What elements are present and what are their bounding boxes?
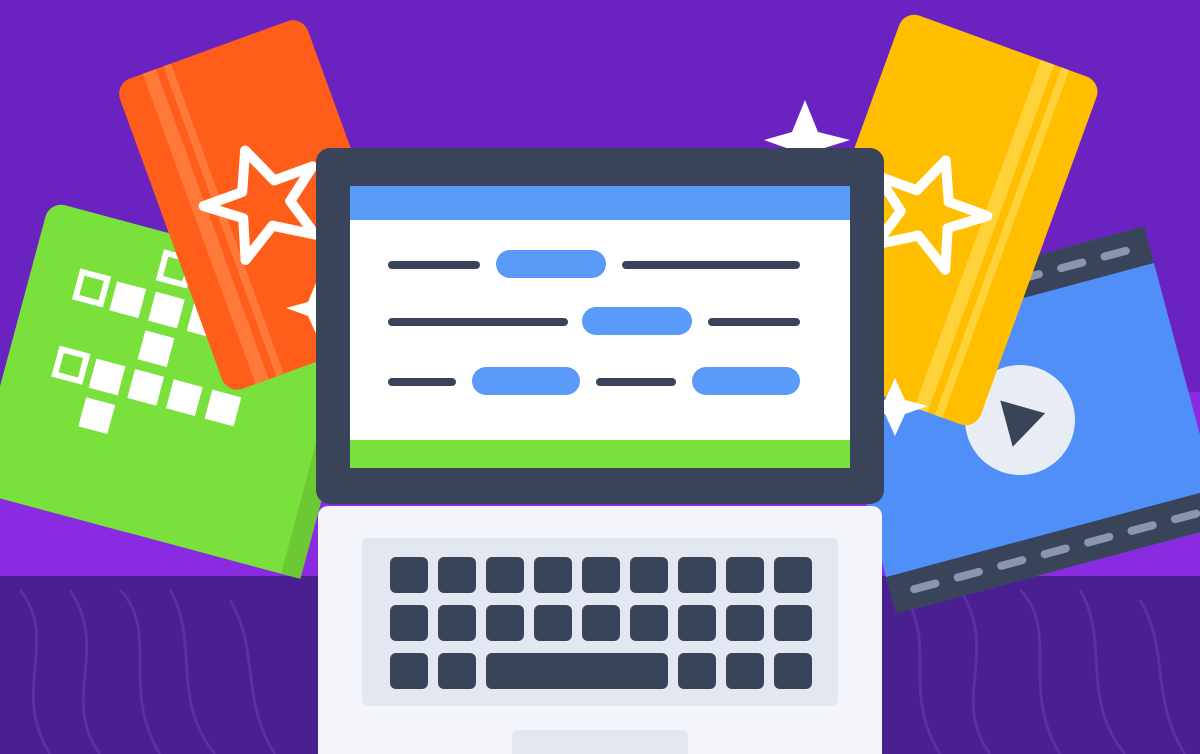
- keyboard-key: [678, 557, 716, 593]
- laptop-base: [318, 506, 882, 754]
- keyboard-key: [390, 653, 428, 689]
- keyboard-key: [630, 557, 668, 593]
- keyboard-key: [486, 605, 524, 641]
- keyboard-key: [438, 653, 476, 689]
- keyboard-key: [582, 557, 620, 593]
- trackpad: [512, 730, 688, 754]
- fill-blank-pill: [472, 367, 580, 395]
- keyboard-key: [534, 557, 572, 593]
- illustration-stage: [0, 0, 1200, 754]
- screen-header-bar: [350, 186, 850, 220]
- keyboard-key: [726, 605, 764, 641]
- fill-blank-pill: [582, 307, 692, 335]
- laptop-learning-illustration: [0, 0, 1200, 754]
- fill-blank-pill: [496, 250, 606, 278]
- keyboard: [390, 557, 812, 689]
- spacebar-key: [486, 653, 668, 689]
- fill-blank-pill: [692, 367, 800, 395]
- keyboard-key: [774, 653, 812, 689]
- keyboard-key: [390, 557, 428, 593]
- keyboard-key: [390, 605, 428, 641]
- keyboard-key: [486, 557, 524, 593]
- laptop-screen: [316, 148, 884, 504]
- keyboard-key: [726, 653, 764, 689]
- keyboard-key: [726, 557, 764, 593]
- keyboard-key: [630, 605, 668, 641]
- keyboard-key: [438, 605, 476, 641]
- keyboard-key: [774, 557, 812, 593]
- keyboard-key: [678, 653, 716, 689]
- keyboard-key: [582, 605, 620, 641]
- screen-footer-bar: [350, 440, 850, 468]
- keyboard-key: [774, 605, 812, 641]
- keyboard-key: [678, 605, 716, 641]
- keyboard-key: [438, 557, 476, 593]
- keyboard-key: [534, 605, 572, 641]
